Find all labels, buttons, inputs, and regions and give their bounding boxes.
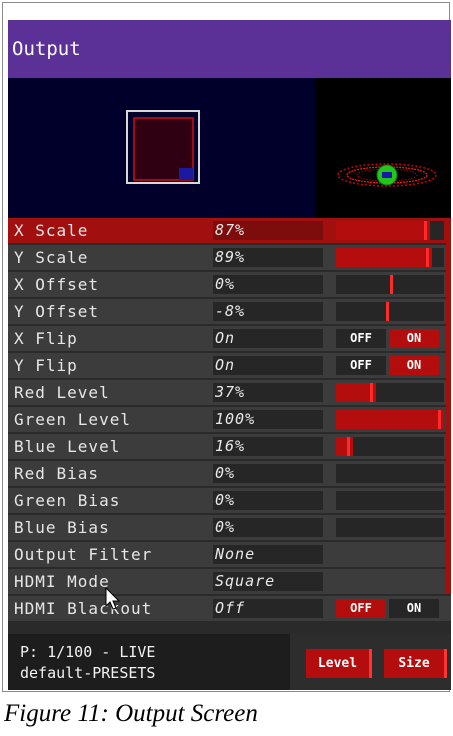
setting-label: HDMI Mode (14, 572, 110, 591)
toggle-off[interactable]: OFF (336, 356, 386, 375)
toggle-on[interactable]: ON (389, 329, 439, 348)
slider-fill (336, 410, 444, 429)
setting-value[interactable]: None (213, 545, 323, 564)
setting-label: Green Level (14, 410, 131, 429)
setting-label: X Scale (14, 221, 89, 240)
toggle-off[interactable]: OFF (336, 599, 386, 618)
setting-row[interactable]: X Scale 87% (8, 218, 451, 243)
level-slider[interactable] (336, 491, 444, 510)
setting-value[interactable]: 16% (213, 437, 323, 456)
setting-row[interactable]: Y Offset -8% (8, 299, 451, 324)
laser-preview-graphic (337, 163, 437, 187)
setting-row[interactable]: Green Level 100% (8, 407, 451, 432)
output-screen: Output X Scale 87% Y Scale 89% X Offset 0% Y O… (8, 20, 451, 690)
setting-value[interactable]: Off (213, 599, 323, 618)
setting-label: Output Filter (14, 545, 153, 564)
setting-value[interactable]: 37% (213, 383, 323, 402)
toggle-on[interactable]: ON (389, 356, 439, 375)
button-bar: Level Size (290, 634, 451, 690)
status-panel: P: 1/100 - LIVE default-PRESETS (8, 634, 290, 690)
setting-label: Green Bias (14, 491, 121, 510)
level-slider[interactable] (336, 221, 444, 240)
setting-row[interactable]: Y Flip On OFF ON (8, 353, 451, 378)
setting-value[interactable]: On (213, 356, 323, 375)
preset-name: default-PRESETS (20, 664, 156, 682)
output-area-preview (8, 78, 316, 218)
slider-handle[interactable] (386, 302, 389, 321)
setting-label: X Offset (14, 275, 100, 294)
slider-fill (336, 248, 432, 267)
setting-row[interactable]: Blue Level 16% (8, 434, 451, 459)
setting-label: Red Level (14, 383, 110, 402)
setting-row[interactable]: Red Bias 0% (8, 461, 451, 486)
slider-handle[interactable] (438, 410, 441, 429)
level-slider[interactable] (336, 437, 444, 456)
mouse-cursor-icon (105, 587, 121, 610)
setting-row[interactable]: Output Filter None (8, 542, 451, 567)
level-slider[interactable] (336, 464, 444, 483)
laser-output-preview (316, 78, 451, 218)
toggle-on[interactable]: ON (389, 599, 439, 618)
setting-label: Y Flip (14, 356, 78, 375)
setting-value[interactable]: 0% (213, 491, 323, 510)
setting-row[interactable]: X Offset 0% (8, 272, 451, 297)
setting-row[interactable]: Red Level 37% (8, 380, 451, 405)
level-slider[interactable] (336, 410, 444, 429)
slider-handle[interactable] (370, 383, 373, 402)
setting-value[interactable]: 0% (213, 464, 323, 483)
setting-value[interactable]: 100% (213, 410, 323, 429)
level-slider[interactable] (336, 518, 444, 537)
preset-status: P: 1/100 - LIVE (20, 643, 156, 661)
setting-row[interactable]: Y Scale 89% (8, 245, 451, 270)
setting-value[interactable]: On (213, 329, 323, 348)
origin-marker (179, 168, 193, 180)
on-off-toggle[interactable]: OFF ON (336, 329, 440, 348)
setting-row[interactable]: Blue Bias 0% (8, 515, 451, 540)
slider-handle[interactable] (426, 248, 429, 267)
setting-label: Blue Level (14, 437, 121, 456)
toggle-off[interactable]: OFF (336, 329, 386, 348)
level-slider[interactable] (336, 248, 444, 267)
setting-value[interactable]: 0% (213, 518, 323, 537)
level-slider[interactable] (336, 275, 444, 294)
slider-handle[interactable] (424, 221, 427, 240)
size-button[interactable]: Size (384, 649, 447, 678)
setting-label: Y Offset (14, 302, 100, 321)
setting-value[interactable]: 87% (213, 221, 323, 240)
setting-value[interactable]: 0% (213, 275, 323, 294)
figure-caption: Figure 11: Output Screen (4, 700, 258, 727)
level-slider[interactable] (336, 383, 444, 402)
level-button[interactable]: Level (306, 649, 372, 678)
on-off-toggle[interactable]: OFF ON (336, 356, 440, 375)
setting-row[interactable]: Green Bias 0% (8, 488, 451, 513)
setting-label: Red Bias (14, 464, 100, 483)
setting-value[interactable]: -8% (213, 302, 323, 321)
setting-row[interactable]: X Flip On OFF ON (8, 326, 451, 351)
setting-value[interactable]: 89% (213, 248, 323, 267)
setting-value[interactable]: Square (213, 572, 323, 591)
slider-fill (336, 437, 353, 456)
setting-label: X Flip (14, 329, 78, 348)
setting-row[interactable]: HDMI Blackout Off OFF ON (8, 596, 451, 621)
slider-fill (336, 221, 430, 240)
setting-label: Y Scale (14, 248, 89, 267)
on-off-toggle[interactable]: OFF ON (336, 599, 440, 618)
slider-handle[interactable] (347, 437, 350, 456)
page-title: Output (8, 20, 451, 78)
level-slider[interactable] (336, 302, 444, 321)
setting-row[interactable]: HDMI Mode Square (8, 569, 451, 594)
output-area-diagram (126, 110, 200, 184)
slider-handle[interactable] (390, 275, 393, 294)
setting-label: Blue Bias (14, 518, 110, 537)
setting-label: HDMI Blackout (14, 599, 153, 618)
scrollbar[interactable] (446, 218, 451, 593)
